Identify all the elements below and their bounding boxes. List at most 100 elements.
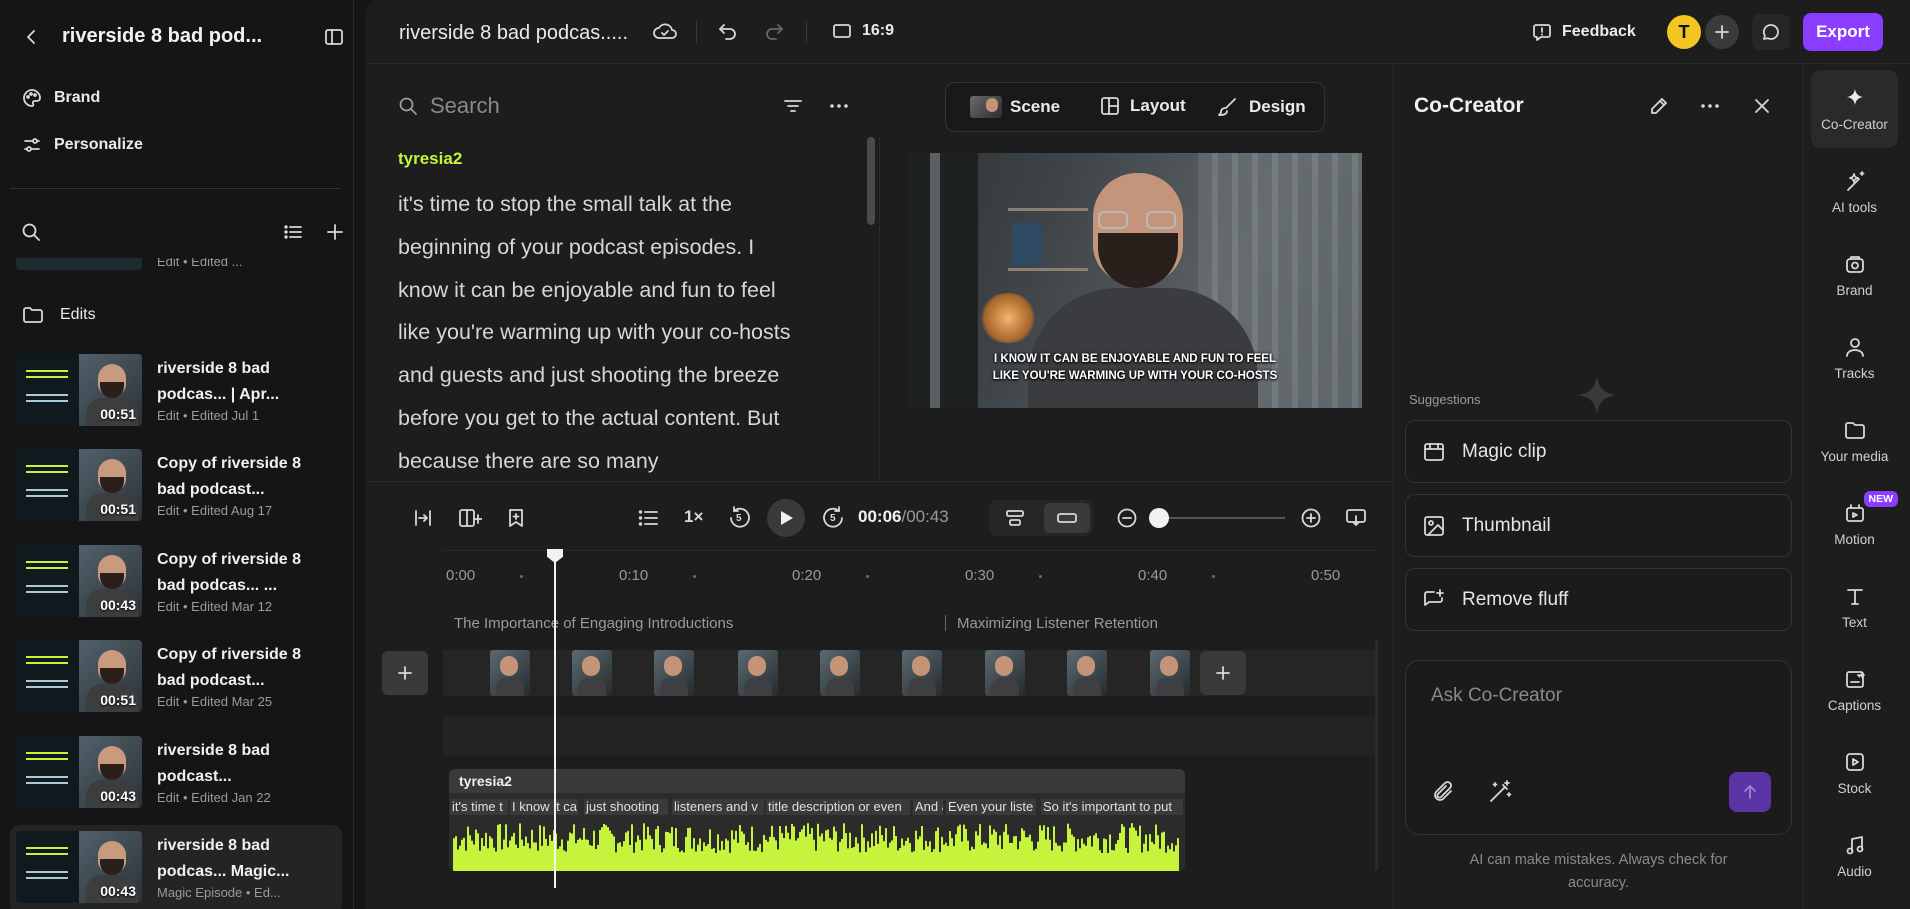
edit-list-item[interactable]: 00:51 riverside 8 bad podcas... | Apr... E… [10,348,342,438]
comments-button[interactable] [1752,14,1790,50]
video-clip-thumbnail[interactable] [902,650,942,696]
split-icon[interactable] [412,507,434,529]
filter-icon[interactable] [782,96,804,116]
rail-item-ai-tools[interactable]: AI tools [1811,153,1898,231]
rail-item-captions[interactable]: Captions [1811,651,1898,729]
list-view-icon[interactable] [283,222,303,242]
transcript-word-chip[interactable]: it's time t [450,799,508,815]
transcript-word-chip[interactable]: I know it ca [510,799,578,815]
transcript-word-chip[interactable]: listeners and v [672,799,764,815]
edit-list-item[interactable]: 00:51 Copy of riverside 8 bad podcast... E… [10,634,342,724]
tab-layout[interactable]: Layout [1100,96,1186,116]
add-track-before-button[interactable] [382,651,428,695]
sidebar-item-brand[interactable]: Brand [22,88,100,108]
bookmark-add-icon[interactable] [505,507,527,529]
play-button[interactable] [767,499,805,537]
cloud-sync-icon[interactable] [652,20,678,44]
more-options-icon[interactable] [828,96,850,116]
rail-item-your-media[interactable]: Your media [1811,402,1898,480]
timeline-chapter[interactable]: The Importance of Engaging Introductions [454,615,733,632]
magic-wand-icon[interactable] [1487,779,1513,805]
timeline-ruler[interactable] [443,550,1378,551]
chapters-icon[interactable] [637,507,659,529]
invite-button[interactable] [1705,15,1739,49]
search-icon[interactable] [21,222,41,242]
folder-edits[interactable]: Edits [22,305,96,325]
project-title[interactable]: riverside 8 bad podcas..... [399,22,628,45]
back-icon[interactable] [22,27,42,47]
redo-icon[interactable] [763,21,785,43]
transcript-word-chip[interactable]: And a [913,799,943,815]
rail-item-stock[interactable]: Stock [1811,734,1898,812]
co-creator-input[interactable]: Ask Co-Creator [1431,685,1761,707]
tab-scene[interactable]: Scene [970,96,1060,118]
feedback-button[interactable]: Feedback [1532,22,1636,42]
partial-list-item[interactable]: Edit • Edited ... [16,258,336,272]
video-clip-thumbnail[interactable] [820,650,860,696]
zoom-slider-thumb[interactable] [1149,508,1169,528]
rail-item-motion[interactable]: Motion NEW [1811,485,1898,563]
playback-speed[interactable]: 1× [684,507,703,527]
rail-item-tracks[interactable]: Tracks [1811,319,1898,397]
edit-list-item[interactable]: 00:43 Copy of riverside 8 bad podcas... .… [10,539,342,629]
transcript-text[interactable]: it's time to stop the small talk at the … [398,183,798,483]
add-track-after-button[interactable] [1200,651,1246,695]
project-name[interactable]: riverside 8 bad pod... [62,25,262,48]
speaker-name[interactable]: tyresia2 [398,149,462,169]
timeline-settings-icon[interactable] [1345,507,1367,529]
transcript-search[interactable]: Search [398,90,698,122]
skip-forward-button[interactable]: 5 [820,505,846,531]
edit-list-item[interactable]: 00:43 riverside 8 bad podcast... Edit • Ed… [10,730,342,820]
export-button[interactable]: Export [1803,13,1883,51]
video-clip-thumbnail[interactable] [654,650,694,696]
zoom-slider[interactable] [1149,508,1285,528]
video-clip-thumbnail[interactable] [572,650,612,696]
transcript-word-chip[interactable]: Even your liste [946,799,1036,815]
empty-track[interactable] [443,716,1378,756]
caption-overlay[interactable]: I KNOW IT CAN BE ENJOYABLE AND FUN TO FE… [908,351,1362,385]
collapse-sidebar-icon[interactable] [324,27,344,47]
video-clip-thumbnail[interactable] [1067,650,1107,696]
video-clip-thumbnail[interactable] [490,650,530,696]
edit-list-item[interactable]: 00:51 Copy of riverside 8 bad podcast... E… [10,443,342,533]
tab-design[interactable]: Design [1217,96,1306,118]
video-preview[interactable]: I KNOW IT CAN BE ENJOYABLE AND FUN TO FE… [908,153,1362,408]
transcript-word-chip[interactable]: title description or even [766,799,910,815]
zoom-in-icon[interactable] [1300,507,1322,529]
video-clip-thumbnail[interactable] [738,650,778,696]
timeline-chapter[interactable]: Maximizing Listener Retention [957,615,1158,632]
undo-icon[interactable] [717,21,739,43]
waveform-bar [1109,834,1111,871]
playhead[interactable] [547,549,563,888]
add-clip-icon[interactable] [458,507,482,529]
rail-item-brand[interactable]: Brand [1811,236,1898,314]
suggestion-remove-fluff[interactable]: Remove fluff [1405,568,1792,631]
aspect-ratio-button[interactable]: 16:9 [832,22,894,40]
chapter-divider [945,615,946,631]
skip-back-button[interactable]: 5 [727,505,753,531]
rail-item-audio[interactable]: Audio [1811,817,1898,895]
transcript-word-chip[interactable]: So it's important to put [1041,799,1183,815]
rail-item-co-creator[interactable]: Co-Creator [1811,70,1898,148]
add-icon[interactable] [325,222,345,242]
transcript-word-chip[interactable]: just shooting [584,799,668,815]
video-clip-thumbnail[interactable] [1150,650,1190,696]
align-tracks-icon[interactable] [1004,508,1026,528]
sidebar-item-personalize[interactable]: Personalize [22,135,143,155]
suggestion-thumbnail[interactable]: Thumbnail [1405,494,1792,557]
attach-icon[interactable] [1431,779,1457,805]
audio-track[interactable]: tyresia2 [449,769,1185,871]
transcript-scrollbar[interactable] [867,137,875,225]
collapse-view-button[interactable] [1044,503,1090,533]
video-clip-thumbnail[interactable] [985,650,1025,696]
edit-list-item[interactable]: 00:43 riverside 8 bad podcas... Magic... M… [10,825,342,909]
suggestion-magic-clip[interactable]: Magic clip [1405,420,1792,483]
rail-item-text[interactable]: Text [1811,568,1898,646]
edit-pencil-icon[interactable] [1649,96,1669,116]
more-options-icon[interactable] [1699,96,1721,116]
avatar[interactable]: T [1667,15,1701,49]
zoom-out-icon[interactable] [1116,507,1138,529]
waveform-bar [887,847,889,871]
close-icon[interactable] [1752,96,1772,116]
send-button[interactable] [1729,772,1771,812]
